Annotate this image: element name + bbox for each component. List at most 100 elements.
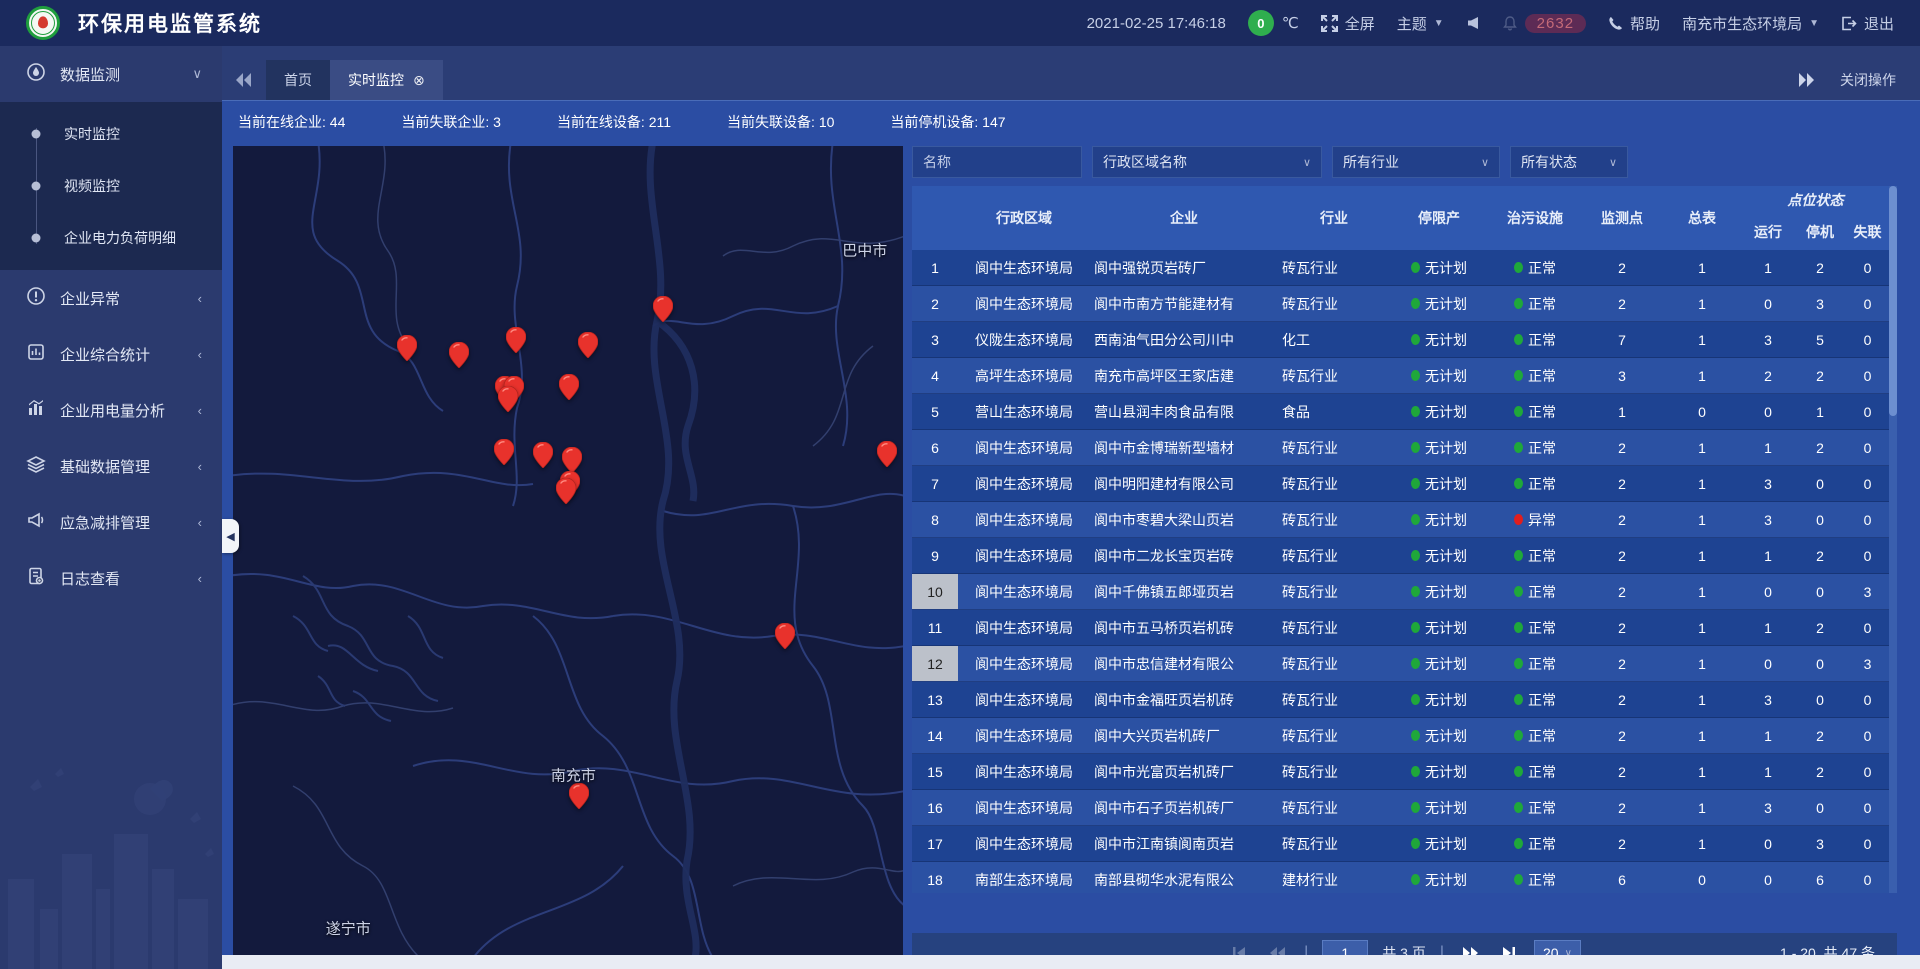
cell-company[interactable]: 阆中市石子页岩机砖厂: [1090, 790, 1278, 825]
table-row[interactable]: 7阆中生态环境局阆中明阳建材有限公司砖瓦行业无计划正常21300: [912, 466, 1889, 502]
col-points: 监测点: [1582, 186, 1662, 250]
cell-company[interactable]: 阆中市江南镇阆南页岩: [1090, 826, 1278, 861]
cell-company[interactable]: 营山县润丰肉食品有限: [1090, 394, 1278, 429]
close-operations-button[interactable]: 关闭操作: [1840, 70, 1896, 90]
table-row[interactable]: 4高坪生态环境局南充市高坪区王家店建砖瓦行业无计划正常31220: [912, 358, 1889, 394]
status-dot-icon: [1514, 298, 1523, 309]
sidebar-item-4[interactable]: 基础数据管理‹: [0, 438, 222, 494]
table-row[interactable]: 6阆中生态环境局阆中市金博瑞新型墙材砖瓦行业无计划正常21120: [912, 430, 1889, 466]
cell-stopped: 6: [1794, 862, 1846, 893]
map-pin[interactable]: [562, 447, 582, 473]
status-dot-icon: [1411, 550, 1420, 561]
cell-company[interactable]: 阆中大兴页岩机砖厂: [1090, 718, 1278, 753]
tab-realtime-monitor[interactable]: 实时监控 ⊗: [330, 60, 443, 100]
cell-company[interactable]: 西南油气田分公司川中: [1090, 322, 1278, 357]
table-row[interactable]: 2阆中生态环境局阆中市南方节能建材有砖瓦行业无计划正常21030: [912, 286, 1889, 322]
cell-company[interactable]: 南部县砌华水泥有限公: [1090, 862, 1278, 893]
table-row[interactable]: 11阆中生态环境局阆中市五马桥页岩机砖砖瓦行业无计划正常21120: [912, 610, 1889, 646]
table-row[interactable]: 14阆中生态环境局阆中大兴页岩机砖厂砖瓦行业无计划正常21120: [912, 718, 1889, 754]
cell-company[interactable]: 阆中市二龙长宝页岩砖: [1090, 538, 1278, 573]
table-row[interactable]: 8阆中生态环境局阆中市枣碧大梁山页岩砖瓦行业无计划异常21300: [912, 502, 1889, 538]
name-search-input[interactable]: 名称: [912, 146, 1082, 178]
mute-button[interactable]: [1466, 16, 1480, 30]
map-pin[interactable]: [653, 296, 673, 322]
notification-area[interactable]: 2632: [1502, 14, 1586, 33]
sidebar-item-3[interactable]: 企业用电量分析‹: [0, 382, 222, 438]
table-row[interactable]: 16阆中生态环境局阆中市石子页岩机砖厂砖瓦行业无计划正常21300: [912, 790, 1889, 826]
chevron-left-icon: ‹: [198, 571, 202, 586]
table-row[interactable]: 9阆中生态环境局阆中市二龙长宝页岩砖砖瓦行业无计划正常21120: [912, 538, 1889, 574]
map-pin[interactable]: [498, 386, 518, 412]
sidebar-item-5[interactable]: 应急减排管理‹: [0, 494, 222, 550]
cell-company[interactable]: 阆中市忠信建材有限公: [1090, 646, 1278, 681]
logout-button[interactable]: 退出: [1841, 13, 1894, 34]
map-pin[interactable]: [877, 441, 897, 467]
table-row[interactable]: 3仪陇生态环境局西南油气田分公司川中化工无计划正常71350: [912, 322, 1889, 358]
map-pin[interactable]: [533, 442, 553, 468]
table-row[interactable]: 15阆中生态环境局阆中市光富页岩机砖厂砖瓦行业无计划正常21120: [912, 754, 1889, 790]
region-select[interactable]: 行政区域名称 ∨: [1092, 146, 1322, 178]
tab-home[interactable]: 首页: [266, 60, 330, 100]
cell-row-number: 16: [912, 790, 958, 825]
sidebar-item-2[interactable]: 企业综合统计‹: [0, 326, 222, 382]
cell-region: 营山生态环境局: [958, 394, 1090, 429]
cell-company[interactable]: 阆中市枣碧大梁山页岩: [1090, 502, 1278, 537]
cell-company[interactable]: 阆中市五马桥页岩机砖: [1090, 610, 1278, 645]
cell-row-number: 12: [912, 646, 958, 681]
cell-company[interactable]: 阆中市南方节能建材有: [1090, 286, 1278, 321]
cell-company[interactable]: 阆中市光富页岩机砖厂: [1090, 754, 1278, 789]
table-row[interactable]: 17阆中生态环境局阆中市江南镇阆南页岩砖瓦行业无计划正常21030: [912, 826, 1889, 862]
fullscreen-button[interactable]: 全屏: [1321, 13, 1375, 34]
double-chevron-right-icon[interactable]: [1798, 73, 1814, 87]
sidebar-subitem-1[interactable]: 视频监控: [0, 160, 222, 212]
tab-close-icon[interactable]: ⊗: [413, 72, 425, 89]
cell-company[interactable]: 阆中强锐页岩砖厂: [1090, 250, 1278, 285]
table-row[interactable]: 12阆中生态环境局阆中市忠信建材有限公砖瓦行业无计划正常21003: [912, 646, 1889, 682]
tabs-scroll-left-button[interactable]: [222, 60, 266, 100]
map-pin[interactable]: [578, 332, 598, 358]
cell-points: 2: [1582, 790, 1662, 825]
map-panel[interactable]: 巴中市南充市遂宁市: [233, 146, 903, 955]
sidebar-subitem-2[interactable]: 企业电力负荷明细: [0, 212, 222, 264]
map-pin[interactable]: [449, 342, 469, 368]
speaker-icon: [1466, 16, 1480, 30]
sidebar-subitem-0[interactable]: 实时监控: [0, 108, 222, 160]
cell-production-status: 无计划: [1390, 538, 1488, 573]
status-select[interactable]: 所有状态 ∨: [1510, 146, 1628, 178]
table-row[interactable]: 1阆中生态环境局阆中强锐页岩砖厂砖瓦行业无计划正常21120: [912, 250, 1889, 286]
table-row[interactable]: 13阆中生态环境局阆中市金福旺页岩机砖砖瓦行业无计划正常21300: [912, 682, 1889, 718]
cell-running: 3: [1742, 790, 1794, 825]
table-row[interactable]: 10阆中生态环境局阆中千佛镇五郎垭页岩砖瓦行业无计划正常21003: [912, 574, 1889, 610]
help-button[interactable]: 帮助: [1608, 13, 1660, 34]
cell-company[interactable]: 阆中市金博瑞新型墙材: [1090, 430, 1278, 465]
table-row[interactable]: 18南部生态环境局南部县砌华水泥有限公建材行业无计划正常60060: [912, 862, 1889, 893]
scrollbar-thumb[interactable]: [1889, 186, 1897, 416]
map-pin[interactable]: [775, 623, 795, 649]
theme-menu[interactable]: 主题 ▼: [1397, 13, 1444, 34]
pin-icon: [397, 335, 417, 361]
map-pin[interactable]: [506, 327, 526, 353]
org-menu[interactable]: 南充市生态环境局 ▼: [1682, 13, 1819, 34]
cell-company[interactable]: 阆中千佛镇五郎垭页岩: [1090, 574, 1278, 609]
table-scrollbar[interactable]: [1889, 186, 1897, 893]
sidebar-item-6[interactable]: 日志查看‹: [0, 550, 222, 606]
map-pin[interactable]: [556, 478, 576, 504]
tab-bar: 首页 实时监控 ⊗ 关闭操作: [222, 46, 1920, 100]
cell-running: 0: [1742, 286, 1794, 321]
map-pin[interactable]: [494, 439, 514, 465]
sidebar-collapse-button[interactable]: ◀: [222, 519, 239, 553]
cell-lost: 0: [1846, 466, 1889, 501]
sidebar-item-1[interactable]: 企业异常‹: [0, 270, 222, 326]
sidebar-item-0[interactable]: 数据监测∨: [0, 46, 222, 102]
table-row[interactable]: 5营山生态环境局营山县润丰肉食品有限食品无计划正常10010: [912, 394, 1889, 430]
map-pin[interactable]: [559, 374, 579, 400]
cell-company[interactable]: 阆中市金福旺页岩机砖: [1090, 682, 1278, 717]
map-city-label: 巴中市: [842, 239, 887, 260]
status-dot-icon: [1411, 442, 1420, 453]
map-pin[interactable]: [397, 335, 417, 361]
cell-company[interactable]: 阆中明阳建材有限公司: [1090, 466, 1278, 501]
map-pin[interactable]: [569, 783, 589, 809]
cell-company[interactable]: 南充市高坪区王家店建: [1090, 358, 1278, 393]
industry-select[interactable]: 所有行业 ∨: [1332, 146, 1500, 178]
cell-points: 2: [1582, 250, 1662, 285]
